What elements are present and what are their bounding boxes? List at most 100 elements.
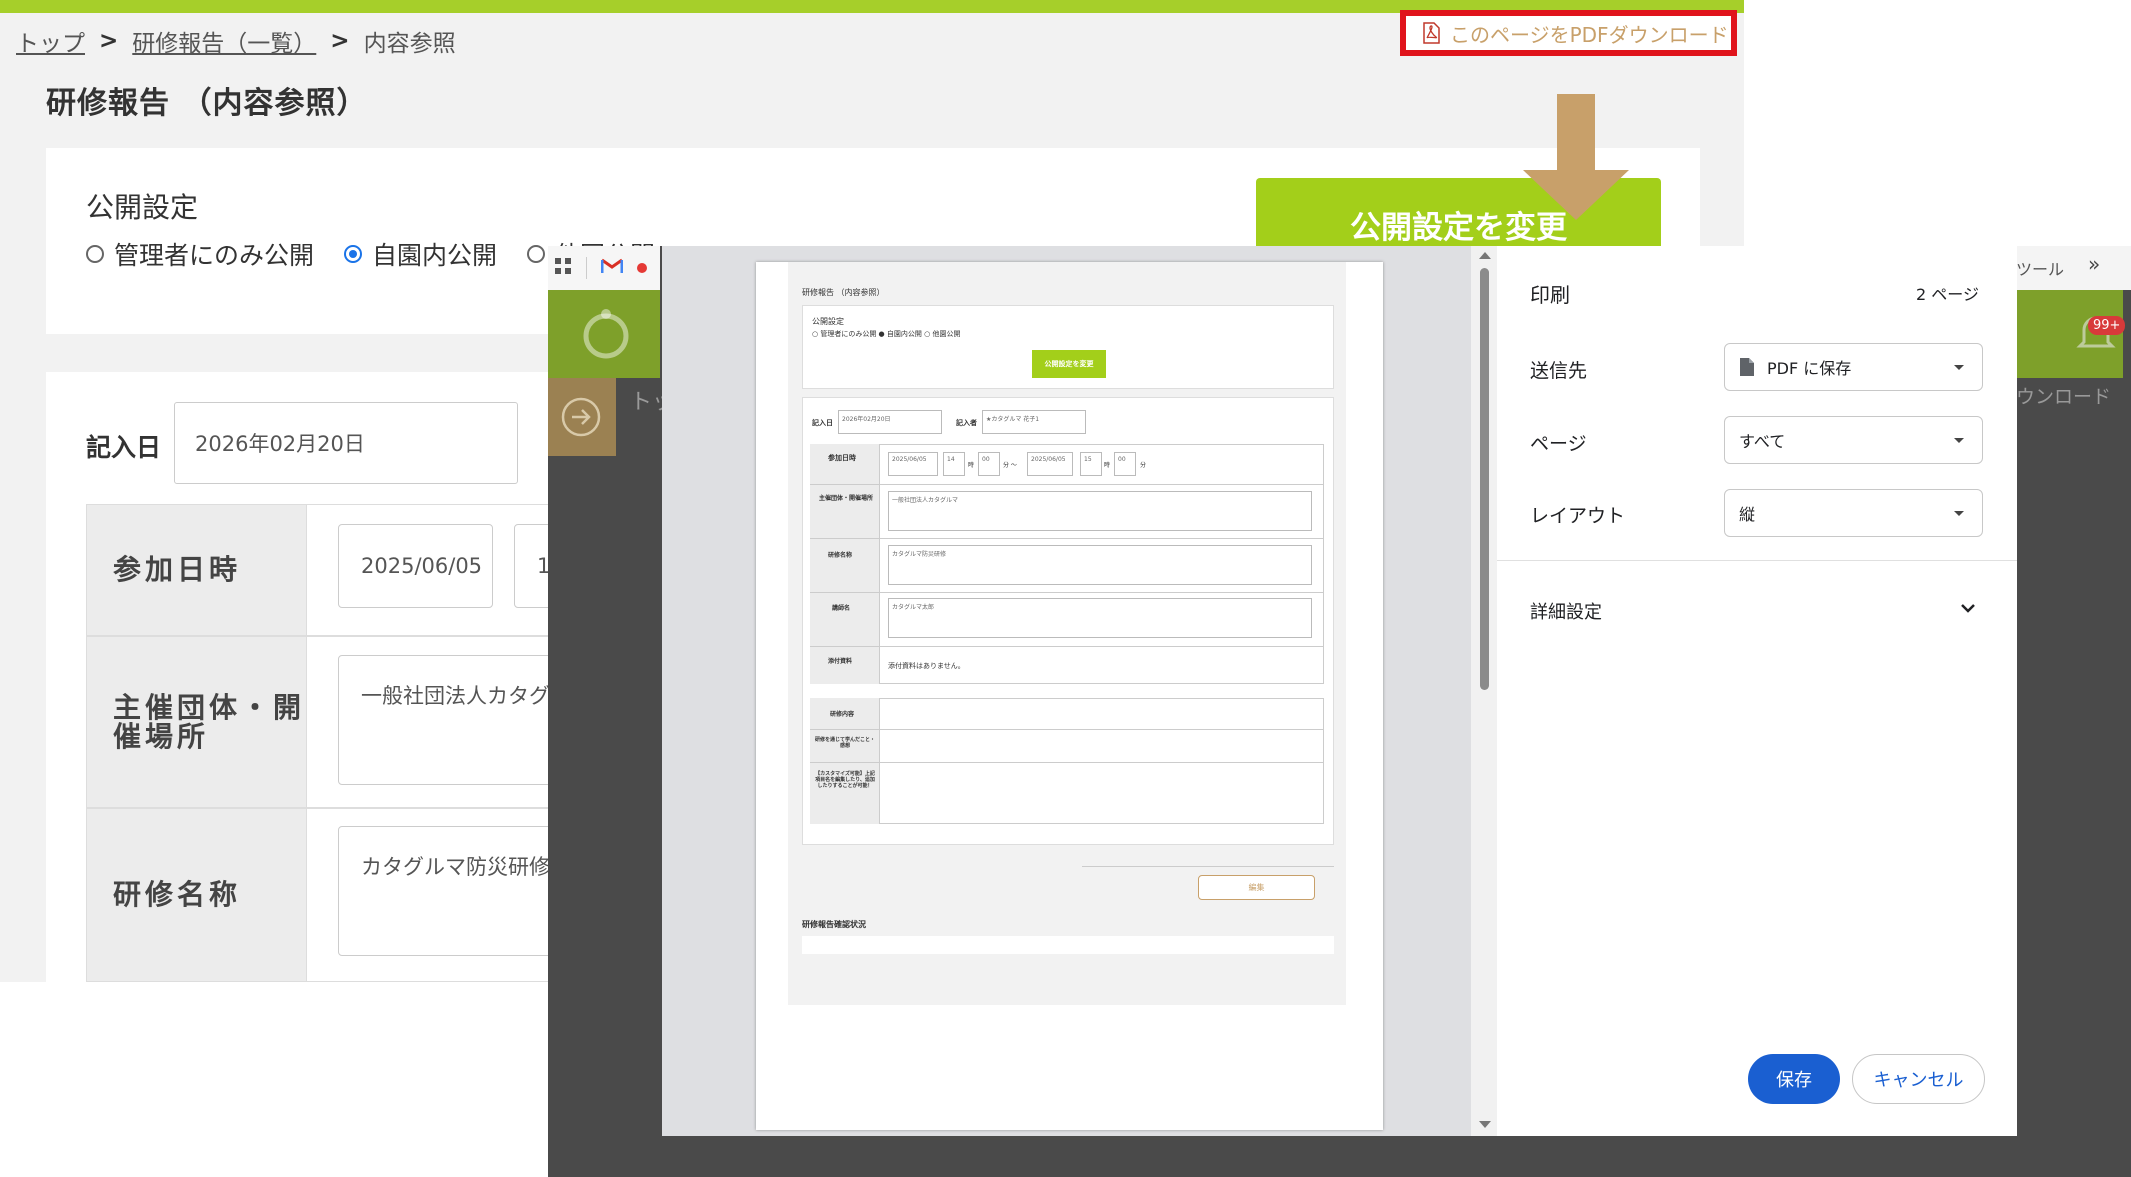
preview-table2 (810, 698, 1324, 824)
breadcrumb-separator: > (99, 28, 119, 54)
preview-publish-options: ○ 管理者にのみ公開 ● 自園内公開 ○ 他園公開 (812, 330, 961, 338)
preview-date-from: 2025/06/05 (888, 452, 938, 476)
breadcrumb-top-link[interactable]: トップ (16, 24, 85, 58)
save-button[interactable]: 保存 (1748, 1054, 1840, 1104)
preview-min-to: 00 (1114, 452, 1136, 476)
cancel-button[interactable]: キャンセル (1852, 1054, 1985, 1104)
annotation-arrow-icon (1523, 94, 1629, 220)
preview-entry-date: 2026年02月20日 (838, 410, 942, 434)
preview-name-label: 研修名称 (828, 552, 853, 559)
preview-status-title: 研修報告確認状況 (802, 920, 866, 929)
preview-writer-label: 記入者 (956, 419, 977, 427)
preview-date-label: 参加日時 (828, 454, 856, 462)
preview-min-unit-tilde: 分 〜 (1003, 462, 1017, 469)
sidebar-toggle-button[interactable] (548, 378, 616, 456)
preview-attach-label: 添付資料 (828, 658, 853, 665)
preview-title: 研修報告 （内容参照） (802, 288, 885, 297)
apps-grid-icon[interactable] (554, 257, 572, 279)
preview-writer-value: ★カタグルマ 花子1 (982, 410, 1086, 434)
chevron-down-icon (1954, 438, 1964, 443)
site-header-right: 99+ (2008, 290, 2126, 378)
row-label: 主催団体・開催場所 (87, 637, 307, 807)
radio-selected-icon (344, 245, 363, 263)
pages-select[interactable]: すべて (1724, 416, 1983, 464)
settings-divider (1497, 560, 2017, 561)
preview-attach-value: 添付資料はありません。 (888, 662, 965, 670)
bookmark-icon[interactable] (637, 263, 647, 273)
chevron-down-icon (1954, 511, 1964, 516)
preview-date-to: 2025/06/05 (1027, 452, 1073, 476)
preview-change-button: 公開設定を変更 (1032, 350, 1106, 378)
preview-lecturer-label: 講師名 (832, 605, 851, 612)
preview-hour-to: 15 (1080, 452, 1102, 476)
preview-hour-unit: 時 (968, 462, 975, 469)
scroll-up-icon[interactable] (1478, 250, 1492, 260)
background-download-partial: ウンロード (2016, 386, 2112, 408)
destination-label: 送信先 (1530, 360, 1588, 382)
preview-row-divider (810, 729, 1324, 730)
document-icon (1740, 358, 1754, 376)
preview-min-unit: 分 (1140, 462, 1147, 469)
preview-learned-label: 研修を通じて学んだこと・感想 (814, 737, 875, 749)
page-title: 研修報告 （内容参照） (46, 86, 368, 121)
pdf-download-button[interactable]: このページをPDFダウンロード (1400, 10, 1737, 56)
breadcrumb-list-link[interactable]: 研修報告（一覧） (132, 24, 316, 58)
preview-entry-label: 記入日 (812, 419, 833, 427)
preview-edit-divider (1082, 866, 1334, 867)
preview-row-divider (810, 762, 1324, 763)
row-label: 参加日時 (87, 505, 307, 635)
entry-date-label: 記入日 (86, 433, 162, 462)
attendance-date-input[interactable]: 2025/06/05 (338, 524, 493, 608)
breadcrumb-separator: > (330, 28, 350, 54)
preview-status-box (802, 936, 1334, 954)
breadcrumb-current: 内容参照 (363, 31, 456, 57)
preview-hour-unit: 時 (1104, 462, 1111, 469)
preview-content-label: 研修内容 (830, 711, 855, 718)
entry-date-input[interactable]: 2026年02月20日 (174, 402, 518, 484)
preview-hour-from: 14 (943, 452, 965, 476)
preview-table-head-col (810, 444, 880, 684)
notification-badge: 99+ (2088, 316, 2126, 335)
preview-custom-label: 【カスタマイズ可能】上記項目名を編集したり、追加したりすることが可能！ (815, 771, 875, 789)
gmail-icon[interactable] (600, 258, 624, 278)
chevron-down-icon (1954, 365, 1964, 370)
print-title: 印刷 (1530, 283, 1570, 307)
preview-row-divider (810, 538, 1324, 539)
preview-row-divider (810, 592, 1324, 593)
site-header-bar (548, 290, 660, 378)
radio-in-school[interactable]: 自園内公開 (344, 236, 497, 272)
preview-publish-title: 公開設定 (812, 317, 844, 326)
scroll-down-icon[interactable] (1478, 1120, 1492, 1130)
radio-admin-only[interactable]: 管理者にのみ公開 (86, 236, 314, 272)
preview-org-label: 主催団体・開催場所 (818, 495, 873, 502)
preview-name-value: カタグルマ防災研修 (888, 545, 1312, 585)
preview-row-divider (810, 646, 1324, 647)
layout-select[interactable]: 縦 (1724, 489, 1983, 537)
preview-lecturer-value: カタグルマ太郎 (888, 598, 1312, 638)
browser-bookmarks (548, 246, 660, 290)
more-chevron-icon[interactable]: » (2088, 252, 2100, 276)
radio-icon (86, 245, 104, 263)
row-label: 研修名称 (87, 809, 307, 981)
site-logo-icon (583, 309, 629, 359)
radio-icon (527, 245, 546, 263)
browser-toolbar-right: ツール » (2008, 246, 2131, 290)
publish-title: 公開設定 (86, 191, 199, 224)
scrollbar-thumb[interactable] (1480, 268, 1489, 690)
preview-edit-button: 編集 (1198, 875, 1315, 900)
destination-select[interactable]: PDF に保存 (1724, 343, 1983, 391)
pdf-download-label: このページをPDFダウンロード (1450, 22, 1729, 47)
more-settings-toggle[interactable]: 詳細設定 (1530, 598, 1602, 624)
preview-row-divider (810, 484, 1324, 485)
chevron-down-icon[interactable] (1960, 602, 1976, 614)
layout-label: レイアウト (1530, 505, 1626, 527)
pdf-icon (1422, 22, 1440, 44)
breadcrumb: トップ > 研修報告（一覧） > 内容参照 (16, 24, 456, 58)
preview-org-value: 一般社団法人カタグルマ (888, 491, 1312, 531)
tools-label[interactable]: ツール (2016, 256, 2064, 280)
preview-min-from: 00 (978, 452, 1000, 476)
bookmark-divider (586, 257, 587, 279)
pages-label: ページ (1530, 433, 1587, 455)
print-page-count: 2 ページ (1916, 285, 1979, 304)
arrow-right-circle-icon (561, 397, 601, 437)
